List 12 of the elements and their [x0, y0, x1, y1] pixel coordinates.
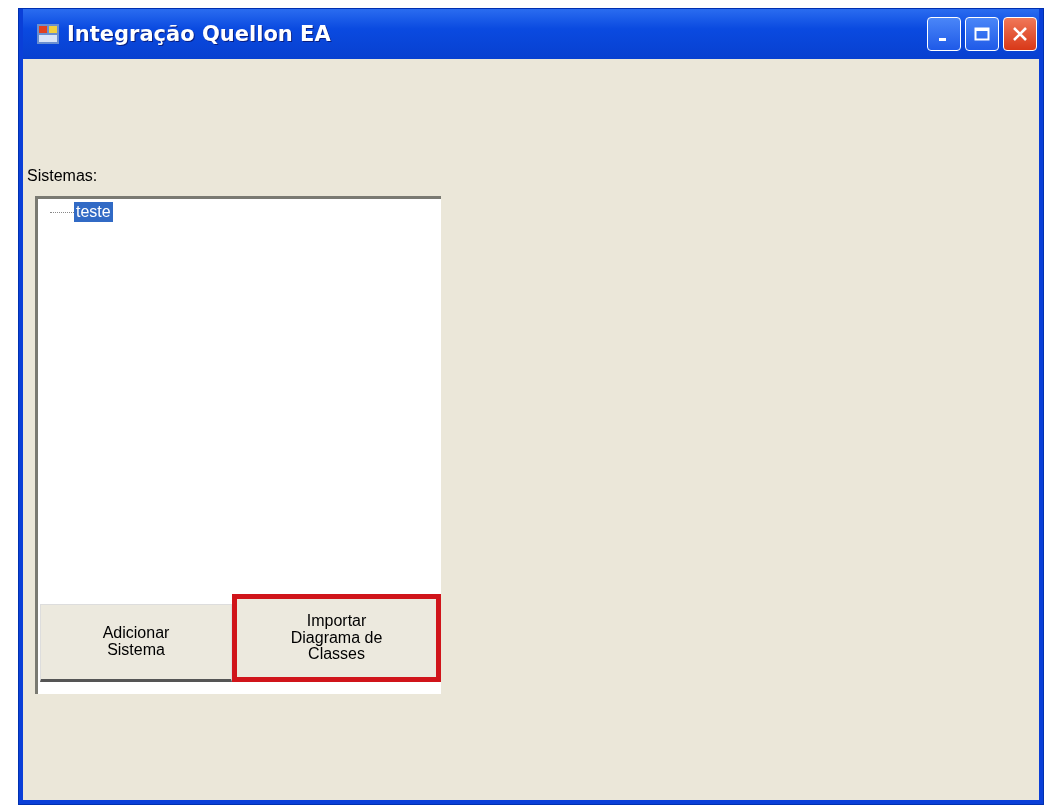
minimize-icon — [938, 37, 946, 41]
tree-item[interactable]: teste — [74, 202, 113, 222]
systems-label: Sistemas: — [27, 167, 99, 185]
maximize-icon — [974, 27, 990, 41]
app-icon — [37, 24, 59, 44]
maximize-button[interactable] — [965, 17, 999, 51]
close-button[interactable] — [1003, 17, 1037, 51]
minimize-button[interactable] — [927, 17, 961, 51]
window-title: Integração Quellon EA — [67, 22, 331, 46]
close-icon — [1012, 26, 1028, 42]
import-diagram-button[interactable]: Importar Diagrama de Classes — [232, 594, 441, 682]
add-system-button[interactable]: Adicionar Sistema — [40, 604, 233, 682]
